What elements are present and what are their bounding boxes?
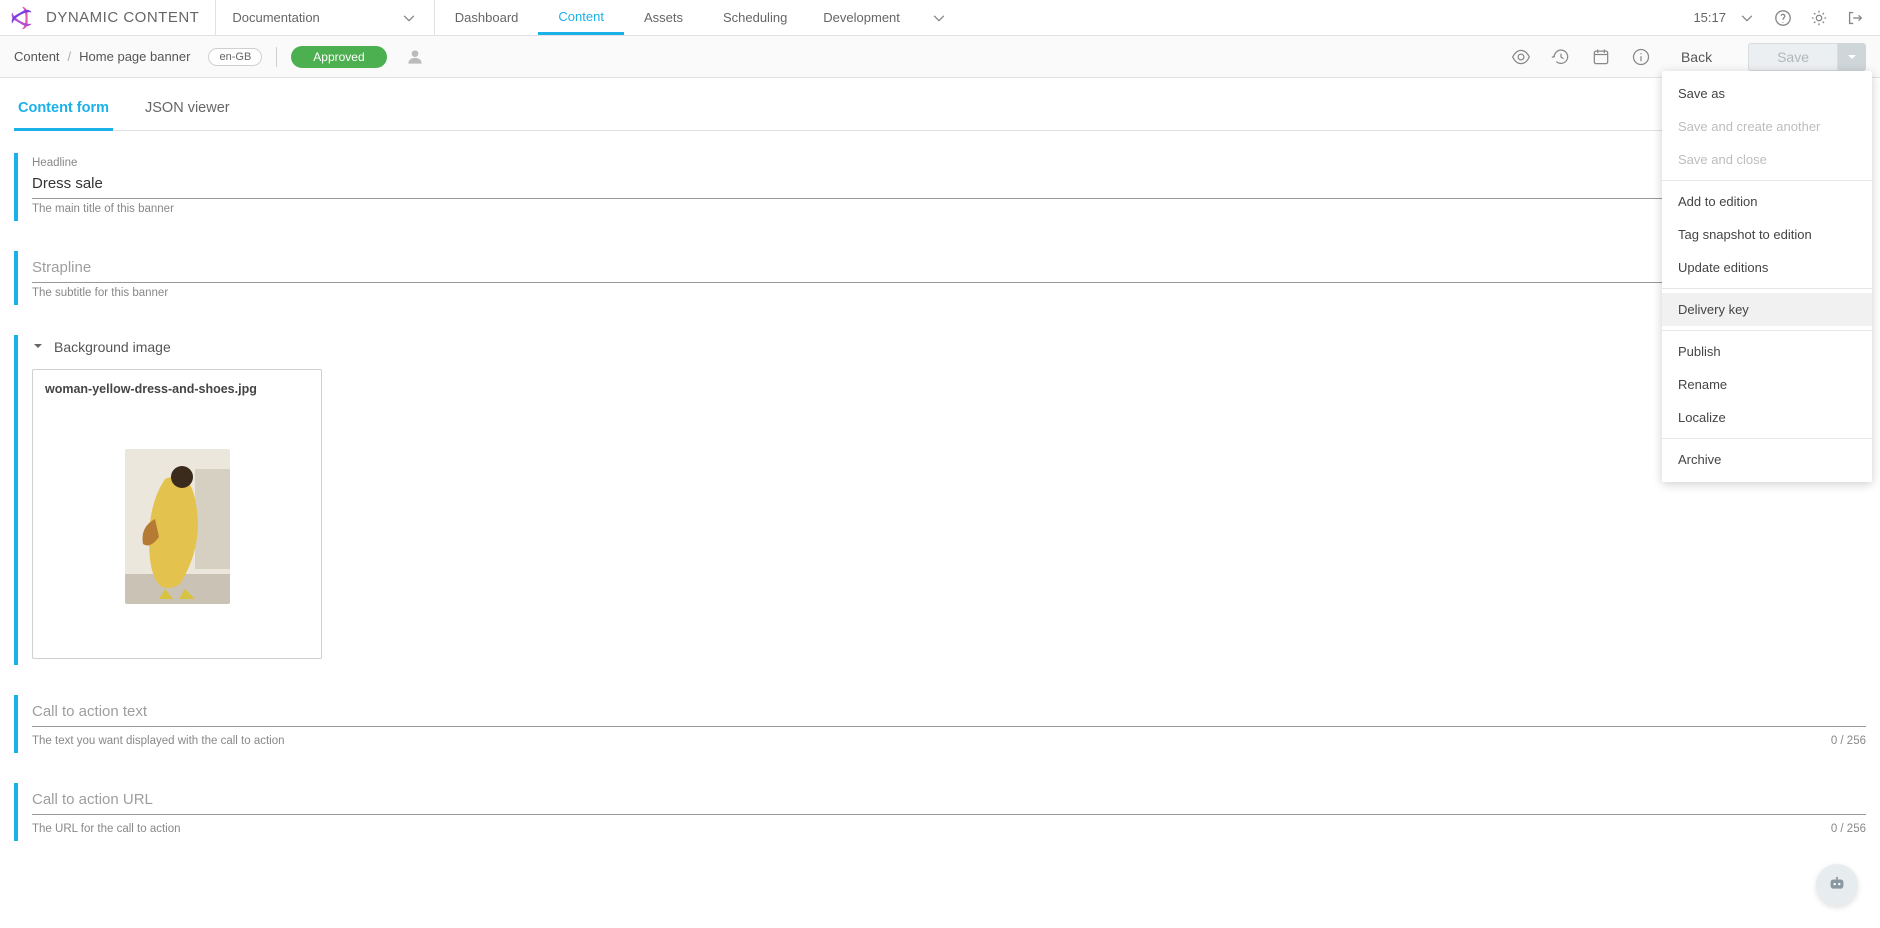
main-tabs: DashboardContentAssetsScheduling (435, 0, 808, 35)
tab-content-form[interactable]: Content form (14, 90, 113, 131)
menu-separator (1662, 288, 1872, 289)
environment-label: Development (823, 10, 900, 25)
cta-url-counter: 0 / 256 (1831, 823, 1866, 835)
headline-field-block: Headline The main title of this banner (14, 153, 1866, 221)
time-value: 15:17 (1693, 10, 1726, 25)
status-badge[interactable]: Approved (291, 46, 386, 68)
menu-item-tag-snapshot-to-edition[interactable]: Tag snapshot to edition (1662, 218, 1872, 251)
tab-json-viewer[interactable]: JSON viewer (141, 90, 234, 131)
menu-item-localize[interactable]: Localize (1662, 401, 1872, 434)
background-image-thumbnail-wrap (45, 406, 309, 646)
background-image-toggle[interactable]: Background image (32, 339, 1866, 355)
brand[interactable]: DYNAMIC CONTENT (0, 0, 216, 35)
save-dropdown-toggle[interactable] (1838, 43, 1866, 71)
cta-url-field-block: The URL for the call to action 0 / 256 (14, 783, 1866, 841)
chevron-down-icon (930, 9, 948, 27)
menu-item-update-editions[interactable]: Update editions (1662, 251, 1872, 284)
background-image-thumbnail (125, 449, 230, 604)
top-navigation: DYNAMIC CONTENT Documentation DashboardC… (0, 0, 1880, 36)
menu-item-delivery-key[interactable]: Delivery key (1662, 293, 1872, 326)
chevron-down-icon (32, 339, 44, 355)
info-icon[interactable] (1631, 47, 1651, 67)
content-toolbar: Content / Home page banner en-GB Approve… (0, 36, 1880, 78)
chevron-down-icon (1738, 9, 1756, 27)
help-icon[interactable] (1774, 9, 1792, 27)
documentation-label: Documentation (232, 10, 319, 25)
brand-logo-icon (8, 4, 36, 32)
locale-badge: en-GB (208, 48, 262, 66)
documentation-dropdown[interactable]: Documentation (216, 0, 434, 35)
form-body: Headline The main title of this banner T… (14, 131, 1866, 911)
main-tab-dashboard[interactable]: Dashboard (435, 0, 539, 35)
main-tab-scheduling[interactable]: Scheduling (703, 0, 807, 35)
menu-item-save-and-close: Save and close (1662, 143, 1872, 176)
main-tab-assets[interactable]: Assets (624, 0, 703, 35)
form-tabs: Content form JSON viewer (14, 90, 1866, 131)
chevron-down-icon (400, 9, 418, 27)
time-dropdown[interactable]: 15:17 (1693, 9, 1756, 27)
breadcrumb-root[interactable]: Content (14, 49, 60, 64)
cta-text-counter: 0 / 256 (1831, 735, 1866, 747)
breadcrumb-current: Home page banner (79, 49, 190, 64)
breadcrumb-separator: / (68, 49, 72, 64)
breadcrumb: Content / Home page banner en-GB (14, 48, 262, 66)
preview-eye-icon[interactable] (1511, 47, 1531, 67)
gear-icon[interactable] (1810, 9, 1828, 27)
background-image-label: Background image (54, 339, 171, 355)
cta-text-help: The text you want displayed with the cal… (32, 735, 285, 747)
logout-icon[interactable] (1846, 9, 1864, 27)
background-image-section: Background image woman-yellow-dress-and-… (14, 335, 1866, 665)
headline-help: The main title of this banner (32, 203, 1866, 215)
vertical-divider (276, 47, 277, 67)
chat-assistant-button[interactable] (1816, 864, 1858, 906)
cta-url-input[interactable] (32, 787, 1866, 815)
cta-url-help: The URL for the call to action (32, 823, 181, 835)
menu-separator (1662, 330, 1872, 331)
menu-item-add-to-edition[interactable]: Add to edition (1662, 185, 1872, 218)
save-button[interactable]: Save (1748, 43, 1838, 71)
menu-separator (1662, 180, 1872, 181)
headline-label: Headline (32, 157, 1866, 169)
menu-item-archive[interactable]: Archive (1662, 443, 1872, 476)
cta-text-input[interactable] (32, 699, 1866, 727)
strapline-input[interactable] (32, 255, 1866, 283)
menu-separator (1662, 438, 1872, 439)
content-toolbar-right: Back Save (1511, 43, 1866, 71)
save-dropdown-menu: Save asSave and create anotherSave and c… (1662, 71, 1872, 482)
strapline-field-block: The subtitle for this banner (14, 251, 1866, 305)
history-icon[interactable] (1551, 47, 1571, 67)
form-area: Content form JSON viewer Headline The ma… (0, 78, 1880, 911)
back-button[interactable]: Back (1671, 49, 1722, 65)
save-split-button: Save (1748, 43, 1866, 71)
assignee-icon[interactable] (405, 47, 425, 67)
cta-text-field-block: The text you want displayed with the cal… (14, 695, 1866, 753)
background-image-filename: woman-yellow-dress-and-shoes.jpg (45, 382, 309, 396)
headline-input[interactable] (32, 171, 1866, 199)
brand-text: DYNAMIC CONTENT (46, 9, 199, 26)
menu-item-save-as[interactable]: Save as (1662, 77, 1872, 110)
main-tab-content[interactable]: Content (538, 0, 624, 35)
schedule-calendar-icon[interactable] (1591, 47, 1611, 67)
strapline-help: The subtitle for this banner (32, 287, 1866, 299)
menu-item-save-and-create-another: Save and create another (1662, 110, 1872, 143)
menu-item-rename[interactable]: Rename (1662, 368, 1872, 401)
background-image-card[interactable]: woman-yellow-dress-and-shoes.jpg (32, 369, 322, 659)
topnav-right-controls: 15:17 (1693, 0, 1880, 35)
menu-item-publish[interactable]: Publish (1662, 335, 1872, 368)
environment-dropdown[interactable]: Development (807, 0, 964, 35)
